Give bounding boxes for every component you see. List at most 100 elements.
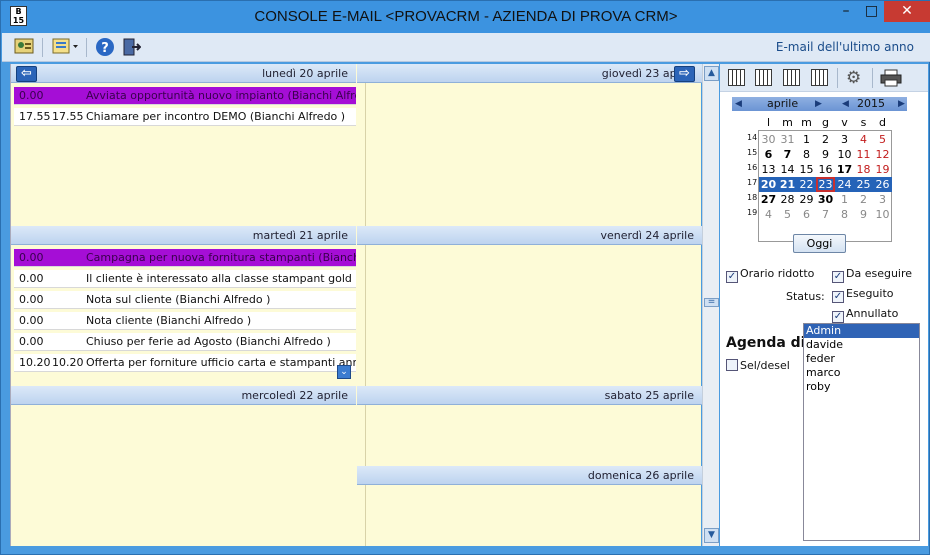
day-cell[interactable]: 11	[854, 147, 873, 162]
day-cell[interactable]: 30	[816, 192, 835, 207]
day-cell[interactable]: 30	[759, 132, 778, 147]
event-item[interactable]: 0.00 Campagna per nuova fornitura stampan…	[14, 249, 356, 267]
minimize-button[interactable]: –	[833, 1, 859, 22]
day-cell[interactable]: 10	[835, 147, 854, 162]
day-cell[interactable]: 6	[797, 207, 816, 222]
next-month-icon[interactable]: ▶	[815, 97, 822, 111]
day-header-wednesday[interactable]: mercoledì 22 aprile	[11, 386, 356, 405]
user-list-item[interactable]: davide	[804, 338, 919, 352]
day-cell[interactable]: 29	[797, 192, 816, 207]
next-week-button[interactable]: ⇨	[674, 66, 695, 82]
prev-month-icon[interactable]: ◀	[735, 97, 742, 111]
day-cell[interactable]: 8	[835, 207, 854, 222]
day-cell[interactable]: 25	[854, 177, 873, 192]
day-cell[interactable]: 15	[797, 162, 816, 177]
day-cell[interactable]: 28	[778, 192, 797, 207]
last-year-emails-link[interactable]: E-mail dell'ultimo anno	[776, 40, 914, 54]
day-cell[interactable]: 4	[854, 132, 873, 147]
day-cell[interactable]: 14	[778, 162, 797, 177]
day-header-sunday[interactable]: domenica 26 aprile	[357, 466, 702, 485]
close-button[interactable]: ✕	[884, 1, 930, 22]
event-item[interactable]: 0.00 Nota cliente (Bianchi Alfredo )	[14, 312, 356, 330]
day-cell[interactable]: 9	[816, 147, 835, 162]
day-cell[interactable]: 26	[873, 177, 892, 192]
day-view-icon[interactable]	[728, 69, 745, 86]
day-cell[interactable]: 23	[816, 177, 835, 192]
user-list-item[interactable]: feder	[804, 352, 919, 366]
day-cell[interactable]: 24	[835, 177, 854, 192]
event-item[interactable]: 10.20 10.20 Offerta per forniture ufficio …	[14, 354, 356, 372]
day-cell[interactable]: 20	[759, 177, 778, 192]
maximize-button[interactable]: □	[859, 1, 884, 22]
check-icon[interactable]: ✓	[832, 291, 844, 303]
prev-year-icon[interactable]: ◀	[842, 97, 849, 111]
scroll-thumb[interactable]: =	[704, 298, 719, 307]
month-view-icon[interactable]	[811, 69, 828, 86]
annullato-checkbox[interactable]: ✓ Annullato	[832, 307, 898, 323]
day-cell[interactable]: 22	[797, 177, 816, 192]
settings-gear-icon[interactable]: ⚙	[846, 68, 861, 88]
day-cell[interactable]: 9	[854, 207, 873, 222]
day-cell[interactable]: 3	[873, 192, 892, 207]
day-header-monday[interactable]: lunedì 20 aprile	[11, 64, 356, 83]
title-bar[interactable]: B 15 CONSOLE E-MAIL <PROVACRM - AZIENDA …	[1, 1, 930, 33]
da-eseguire-checkbox[interactable]: ✓ Da eseguire	[832, 267, 912, 283]
day-cell[interactable]: 13	[759, 162, 778, 177]
expand-day-icon[interactable]: ⌄	[337, 365, 351, 379]
scroll-up-icon[interactable]: ▲	[704, 66, 719, 81]
next-year-icon[interactable]: ▶	[898, 97, 905, 111]
orario-ridotto-checkbox[interactable]: ✓ Orario ridotto	[726, 267, 814, 283]
check-icon[interactable]: ✓	[832, 271, 844, 283]
user-list[interactable]: Admin davide feder marco roby	[803, 323, 920, 541]
day-cell[interactable]: 27	[759, 192, 778, 207]
day-cell[interactable]: 21	[778, 177, 797, 192]
checkbox-box[interactable]	[726, 359, 738, 371]
week-view-icon[interactable]	[755, 69, 772, 86]
day-cell[interactable]: 3	[835, 132, 854, 147]
event-item[interactable]: 0.00 Nota sul cliente (Bianchi Alfredo )	[14, 291, 356, 309]
day-cell[interactable]: 2	[854, 192, 873, 207]
day-cell[interactable]: 12	[873, 147, 892, 162]
contact-icon[interactable]	[13, 37, 35, 58]
calendar-scrollbar[interactable]: ▲ = ▼	[702, 64, 719, 546]
today-button[interactable]: Oggi	[793, 234, 846, 253]
help-icon[interactable]: ?	[94, 37, 116, 58]
day-cell[interactable]: 1	[835, 192, 854, 207]
day-cell[interactable]: 16	[816, 162, 835, 177]
day-header-tuesday[interactable]: martedì 21 aprile	[11, 226, 356, 245]
user-list-item[interactable]: marco	[804, 366, 919, 380]
eseguito-checkbox[interactable]: ✓ Eseguito	[832, 287, 894, 303]
day-cell[interactable]: 6	[759, 147, 778, 162]
day-cell[interactable]: 7	[816, 207, 835, 222]
day-cell[interactable]: 7	[778, 147, 797, 162]
event-item[interactable]: 17.55 17.55 Chiamare per incontro DEMO (Bi…	[14, 108, 356, 126]
day-cell[interactable]: 5	[778, 207, 797, 222]
day-cell[interactable]: 8	[797, 147, 816, 162]
prev-week-button[interactable]: ⇦	[16, 66, 37, 82]
user-list-item[interactable]: Admin	[804, 324, 919, 338]
day-header-thursday[interactable]: giovedì 23 aprile	[357, 64, 702, 83]
print-icon[interactable]	[880, 69, 902, 90]
day-cell[interactable]: 17	[835, 162, 854, 177]
event-item[interactable]: 0.00 Chiuso per ferie ad Agosto (Bianchi …	[14, 333, 356, 351]
check-icon[interactable]: ✓	[726, 271, 738, 283]
list-icon[interactable]	[51, 37, 81, 58]
month-label[interactable]: aprile	[767, 97, 798, 111]
event-item[interactable]: 0.00 Avviata opportunità nuovo impianto (…	[14, 87, 356, 105]
day-cell[interactable]: 18	[854, 162, 873, 177]
user-list-item[interactable]: roby	[804, 380, 919, 394]
day-cell[interactable]: 10	[873, 207, 892, 222]
check-icon[interactable]: ✓	[832, 311, 844, 323]
day-cell[interactable]: 1	[797, 132, 816, 147]
exit-icon[interactable]	[120, 37, 142, 58]
day-header-saturday[interactable]: sabato 25 aprile	[357, 386, 702, 405]
sel-desel-checkbox[interactable]: Sel/desel	[726, 359, 790, 372]
day-cell[interactable]: 19	[873, 162, 892, 177]
day-header-friday[interactable]: venerdì 24 aprile	[357, 226, 702, 245]
scroll-down-icon[interactable]: ▼	[704, 528, 719, 543]
day-cell[interactable]: 5	[873, 132, 892, 147]
day-cell[interactable]: 4	[759, 207, 778, 222]
workweek-view-icon[interactable]	[783, 69, 800, 86]
day-cell[interactable]: 2	[816, 132, 835, 147]
event-item[interactable]: 0.00 Il cliente è interessato alla classe…	[14, 270, 356, 288]
